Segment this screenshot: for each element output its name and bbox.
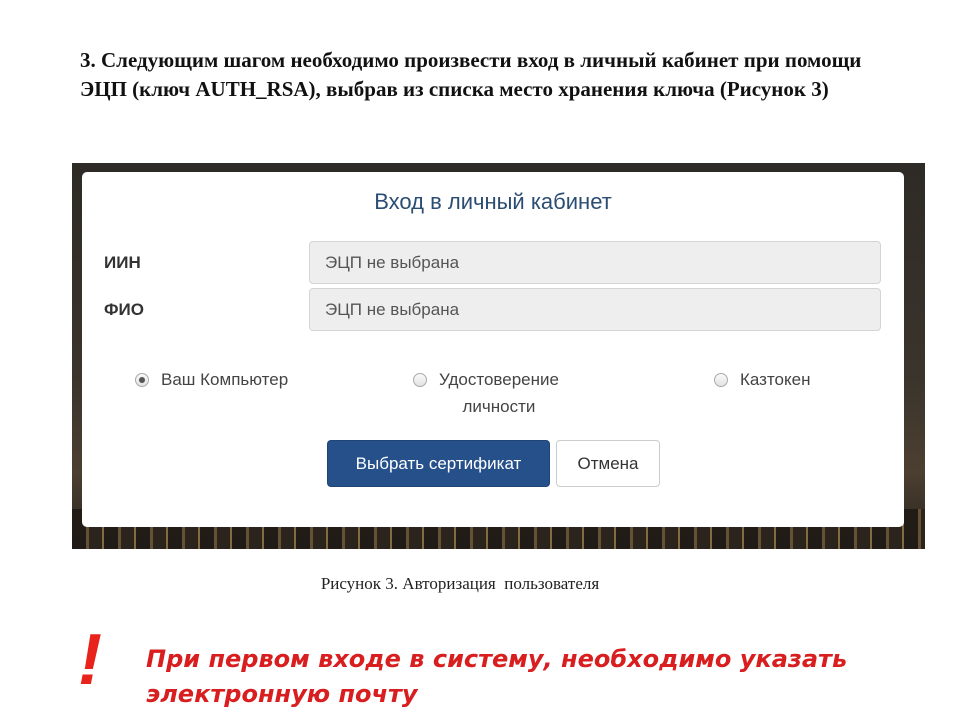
radio-checked-icon[interactable]: [135, 373, 149, 387]
radio-label-kaztoken: Казтокен: [740, 370, 811, 389]
fio-field[interactable]: [309, 288, 881, 331]
radio-unchecked-icon[interactable]: [413, 373, 427, 387]
cancel-button[interactable]: Отмена: [556, 440, 660, 487]
warning-line-1: При первом входе в систему, необходимо у…: [146, 645, 848, 673]
radio-label-id-card-line1: Удостоверение: [439, 370, 559, 389]
exclamation-icon: !: [78, 620, 102, 700]
modal-title: Вход в личный кабинет: [374, 189, 612, 214]
figure-caption: Рисунок 3. Авторизация пользователя: [0, 574, 960, 594]
radio-label-id-card: Удостоверение личности: [439, 366, 559, 420]
radio-unchecked-icon[interactable]: [714, 373, 728, 387]
instruction-text: 3. Следующим шагом необходимо произвести…: [80, 48, 862, 101]
select-certificate-button[interactable]: Выбрать сертификат: [327, 440, 550, 487]
radio-label-id-card-line2: личности: [462, 397, 536, 416]
radio-label-your-computer: Ваш Компьютер: [161, 370, 289, 389]
iin-label: ИИН: [104, 253, 141, 272]
figure-caption-text: Рисунок 3. Авторизация пользователя: [320, 574, 600, 593]
warning-line-2: электронную почту: [146, 680, 418, 708]
radio-your-computer[interactable]: Ваш Компьютер: [135, 370, 288, 393]
login-screenshot: Вход в личный кабинет ИИН ФИО Ваш Компью…: [72, 163, 925, 549]
fio-label: ФИО: [104, 300, 144, 319]
login-modal: Вход в личный кабинет ИИН ФИО Ваш Компью…: [82, 172, 904, 527]
iin-field[interactable]: [309, 241, 881, 284]
radio-kaztoken[interactable]: Казтокен: [714, 370, 810, 393]
warning-note: При первом входе в систему, необходимо у…: [146, 642, 926, 712]
radio-id-card[interactable]: Удостоверение личности: [413, 370, 559, 420]
